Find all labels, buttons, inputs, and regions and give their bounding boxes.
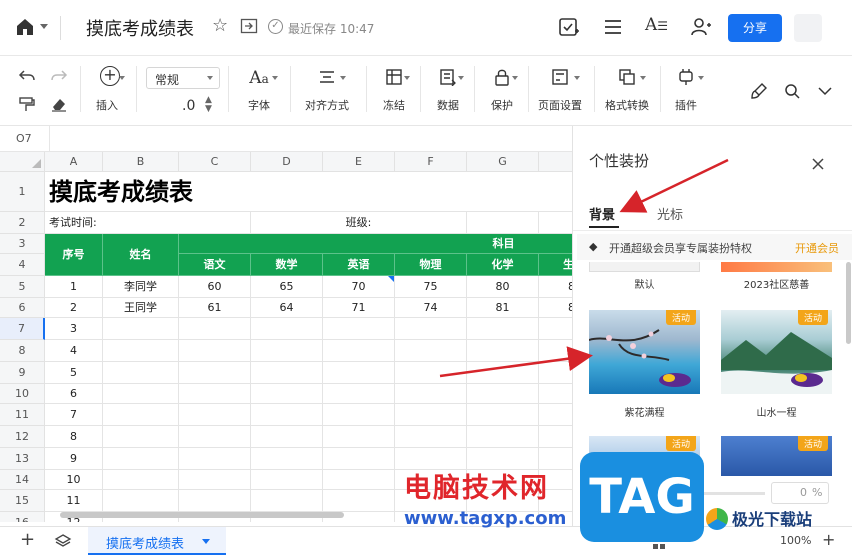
sheet-tab[interactable]: 摸底考成绩表 [88,527,226,555]
watermark-logo: TAG [580,452,704,542]
zoom-in-icon[interactable]: + [822,530,835,549]
bottom-bar: + 摸底考成绩表 100% + [0,526,852,556]
add-sheet-icon[interactable]: + [20,529,35,550]
watermark-brand: 极光下载站 [732,510,813,529]
sheet-tab-label: 摸底考成绩表 [106,537,185,552]
watermark-brand-icon [706,508,728,530]
watermark-site-name: 电脑技术网 [404,473,549,504]
annotation-arrow [439,346,593,378]
sheet-list-icon[interactable] [54,533,72,551]
zoom-level[interactable]: 100% [780,534,811,547]
annotation-arrow [619,158,729,213]
watermark-logo-text: TAG [589,469,695,525]
chevron-down-icon [202,539,210,544]
watermark-url: www.tagxp.com [404,508,567,529]
